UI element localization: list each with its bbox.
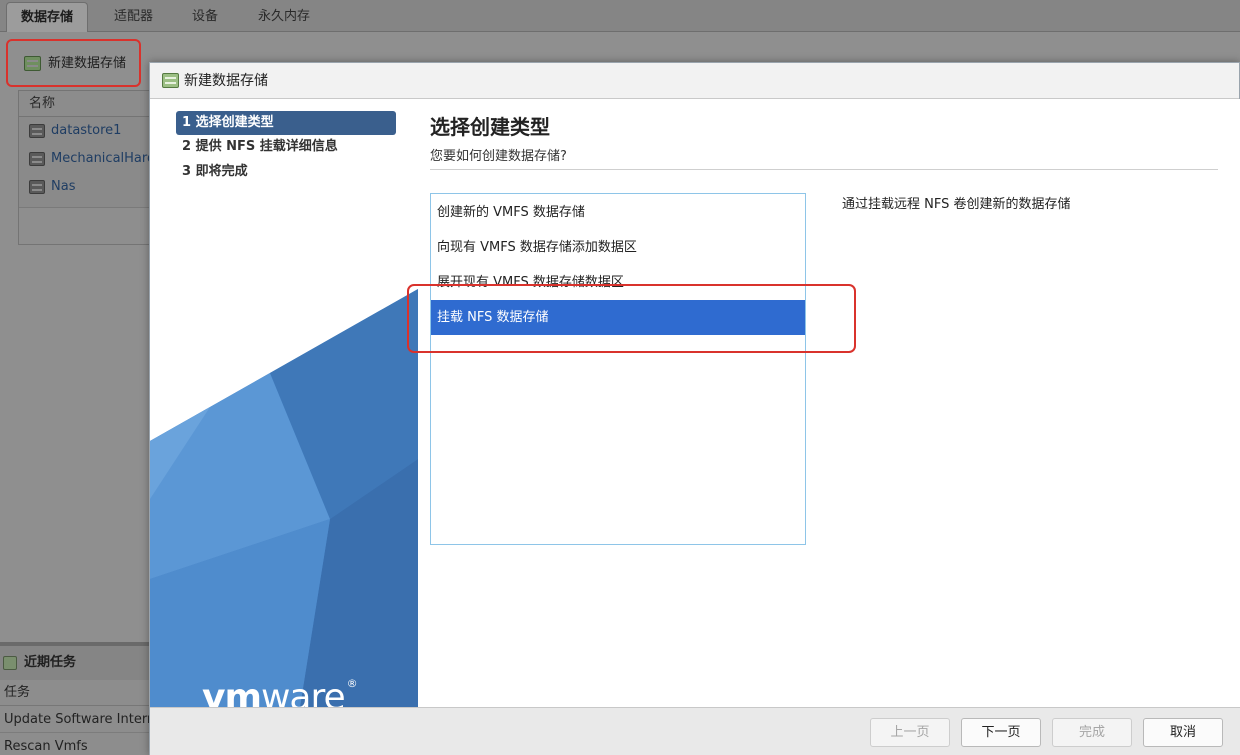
recent-tasks-title[interactable]: 近期任务 xyxy=(0,646,150,680)
prev-button[interactable]: 上一页 xyxy=(870,718,950,747)
vmware-logo: vmware ® xyxy=(202,677,358,707)
table-row[interactable]: Rescan Vmfs xyxy=(0,733,150,755)
tasks-icon xyxy=(3,656,17,670)
datastore-icon xyxy=(29,180,45,194)
datastore-add-icon xyxy=(162,73,179,88)
tab-devices[interactable]: 设备 xyxy=(178,2,232,32)
new-datastore-dialog: 新建数据存储 1 选择创建类型 2 提供 NFS 挂载详细信息 3 即将完成 v… xyxy=(149,62,1240,755)
recent-tasks-panel: 近期任务 任务 Update Software Internet Rescan … xyxy=(0,642,150,755)
creation-type-list[interactable]: 创建新的 VMFS 数据存储 向现有 VMFS 数据存储添加数据区 展开现有 V… xyxy=(430,193,806,545)
list-item[interactable]: MechanicalHard xyxy=(19,145,149,173)
page-subtitle: 您要如何创建数据存储? xyxy=(430,149,567,164)
brand-background-graphic xyxy=(150,289,418,707)
top-tab-bar: 数据存储 适配器 设备 永久内存 xyxy=(0,0,1240,32)
table-row[interactable]: Update Software Internet xyxy=(0,706,150,733)
highlight-box-new-datastore xyxy=(6,39,141,87)
next-button[interactable]: 下一页 xyxy=(961,718,1041,747)
dialog-title: 新建数据存储 xyxy=(184,73,268,89)
wizard-step-nfs-details[interactable]: 2 提供 NFS 挂载详细信息 xyxy=(176,135,396,159)
wizard-step-select-type[interactable]: 1 选择创建类型 xyxy=(176,111,396,135)
page-title: 选择创建类型 xyxy=(430,115,550,139)
datastore-list: 名称 datastore1 MechanicalHard Nas xyxy=(18,90,150,245)
divider xyxy=(430,169,1218,170)
datastore-name: Nas xyxy=(51,179,76,194)
wizard-step-ready-to-complete[interactable]: 3 即将完成 xyxy=(176,160,396,184)
column-header-name[interactable]: 名称 xyxy=(19,91,149,117)
list-footer xyxy=(19,207,149,244)
datastore-icon xyxy=(29,124,45,138)
option-create-vmfs[interactable]: 创建新的 VMFS 数据存储 xyxy=(431,195,805,230)
tab-adapters[interactable]: 适配器 xyxy=(100,2,167,32)
recent-tasks-label: 近期任务 xyxy=(24,655,77,670)
finish-button[interactable]: 完成 xyxy=(1052,718,1132,747)
datastore-name: datastore1 xyxy=(51,123,122,138)
tab-persistent-memory[interactable]: 永久内存 xyxy=(244,2,324,32)
highlight-box-nfs-option xyxy=(407,284,856,353)
column-header-task[interactable]: 任务 xyxy=(0,680,150,706)
cancel-button[interactable]: 取消 xyxy=(1143,718,1223,747)
datastore-icon xyxy=(29,152,45,166)
option-description: 通过挂载远程 NFS 卷创建新的数据存储 xyxy=(842,197,1071,212)
wizard-content: 选择创建类型 您要如何创建数据存储? 创建新的 VMFS 数据存储 向现有 VM… xyxy=(418,99,1240,707)
wizard-steps-panel: 1 选择创建类型 2 提供 NFS 挂载详细信息 3 即将完成 vmware ® xyxy=(150,99,418,707)
option-add-extent[interactable]: 向现有 VMFS 数据存储添加数据区 xyxy=(431,230,805,265)
dialog-footer: 上一页 下一页 完成 取消 xyxy=(150,707,1240,755)
dialog-title-bar[interactable]: 新建数据存储 xyxy=(150,63,1239,99)
datastore-name: MechanicalHard xyxy=(51,151,149,166)
list-item[interactable]: Nas xyxy=(19,173,149,201)
tab-datastores[interactable]: 数据存储 xyxy=(6,2,89,32)
list-item[interactable]: datastore1 xyxy=(19,117,149,145)
